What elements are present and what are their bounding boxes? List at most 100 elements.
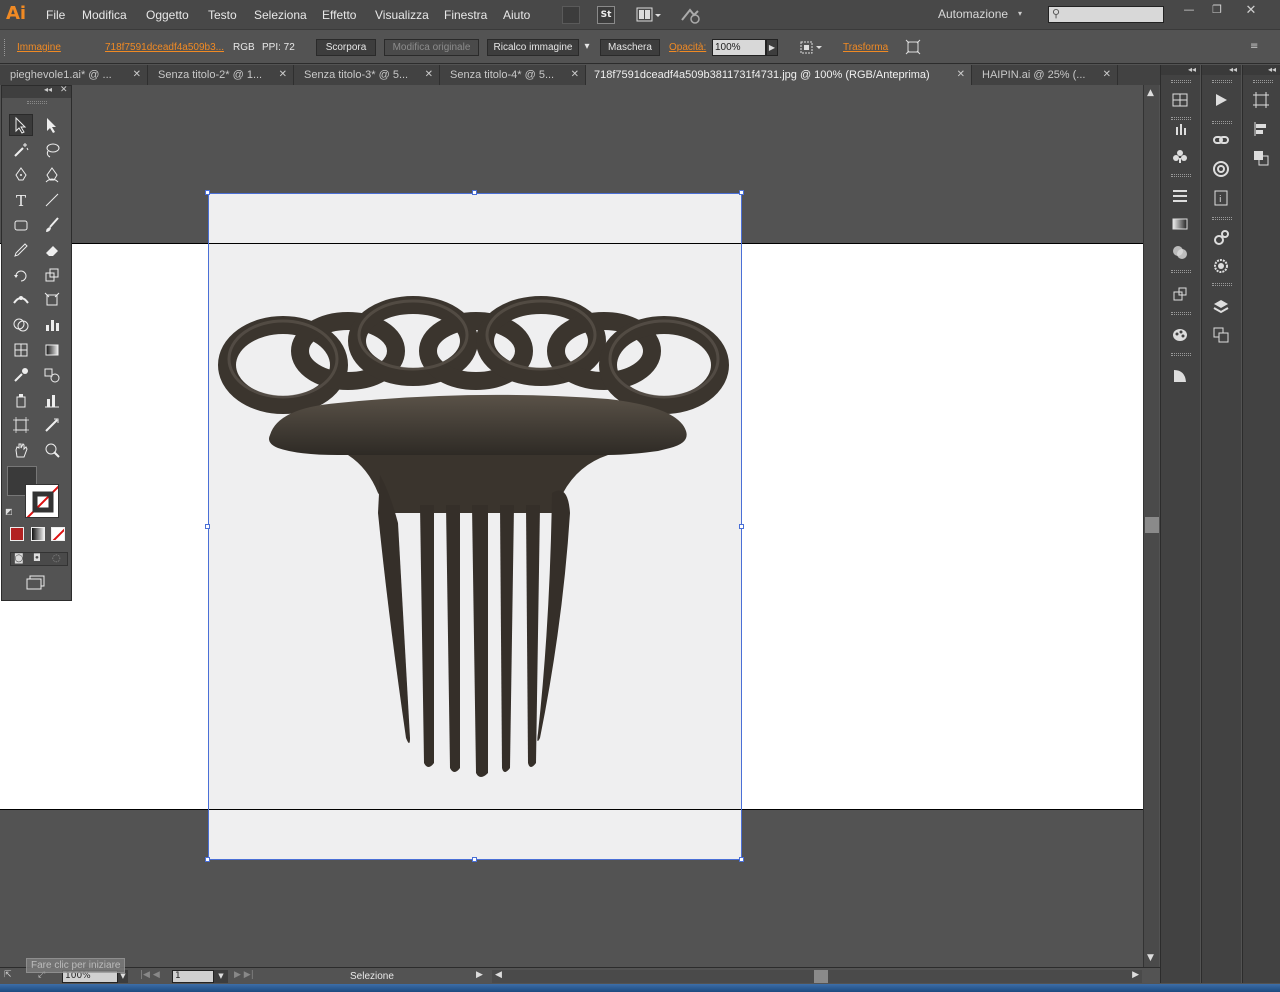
menu-visualizza[interactable]: Visualizza (375, 8, 429, 22)
close-tab-icon[interactable]: ✕ (571, 65, 579, 85)
artboard-tool-icon[interactable] (9, 414, 33, 436)
vertical-scrollbar[interactable]: ▲ ▼ (1143, 85, 1159, 967)
tab-pieghevole[interactable]: pieghevole1.ai* @ ... ✕ (0, 65, 148, 85)
panel-grip[interactable] (1253, 80, 1273, 83)
panel-grip[interactable] (27, 101, 47, 104)
artboards-icon[interactable] (1210, 324, 1232, 346)
tools-panel-header[interactable]: ◂◂ ✕ (2, 85, 71, 98)
scroll-down-icon[interactable]: ▼ (1147, 953, 1154, 963)
panel-grip[interactable] (1171, 270, 1191, 273)
curvature-tool-icon[interactable] (40, 164, 64, 186)
width-tool-icon[interactable] (9, 289, 33, 311)
opacity-arrow-icon[interactable]: ▶ (766, 39, 778, 56)
linked-file-name[interactable]: 718f7591dceadf4a509b3... (105, 42, 224, 53)
rotate-tool-icon[interactable] (9, 264, 33, 286)
transform-icon[interactable] (1169, 283, 1191, 305)
resize-handle-bl[interactable] (205, 857, 210, 862)
status-menu-arrow-icon[interactable]: ▶ (476, 970, 483, 980)
brushes-icon[interactable] (1169, 117, 1191, 139)
close-icon[interactable]: ✕ (60, 85, 68, 95)
resize-handle-br[interactable] (739, 857, 744, 862)
menu-modifica[interactable]: Modifica (82, 8, 127, 22)
color-mode-button[interactable] (10, 527, 24, 541)
gpu-performance-icon[interactable] (680, 6, 702, 24)
appearance-icon[interactable] (1169, 324, 1191, 346)
transform-panel-icon[interactable] (1250, 89, 1272, 111)
ricalco-immagine-button[interactable]: Ricalco immagine (487, 39, 579, 56)
resize-handle-r[interactable] (739, 524, 744, 529)
graphic-styles-icon[interactable] (1169, 365, 1191, 387)
close-tab-icon[interactable]: ✕ (957, 65, 965, 85)
slice-tool-icon[interactable] (40, 414, 64, 436)
scale-tool-icon[interactable] (40, 264, 64, 286)
stroke-swatch[interactable] (25, 484, 59, 518)
magic-wand-tool-icon[interactable] (9, 139, 33, 161)
document-info-icon[interactable]: i (1210, 187, 1232, 209)
isolate-icon[interactable] (905, 39, 921, 55)
horizontal-scrollbar[interactable]: ◀ ▶ (492, 970, 1142, 983)
resize-handle-l[interactable] (205, 524, 210, 529)
screen-mode-icon[interactable] (24, 574, 48, 592)
collapse-icon[interactable]: ◂◂ (1243, 65, 1280, 75)
control-bar-grip[interactable] (4, 39, 7, 56)
menu-seleziona[interactable]: Seleziona (254, 8, 307, 22)
stock-icon[interactable]: St (597, 6, 615, 24)
swatches-icon[interactable] (1169, 89, 1191, 111)
none-mode-button[interactable] (51, 527, 65, 541)
restore-icon[interactable]: ❐ (1204, 3, 1230, 17)
menu-oggetto[interactable]: Oggetto (146, 8, 189, 22)
collapse-icon[interactable]: ◂◂ (1202, 65, 1241, 75)
transparency-icon[interactable] (1169, 241, 1191, 263)
scorpora-button[interactable]: Scorpora (316, 39, 376, 56)
default-colors-icon[interactable]: ◩ (5, 507, 15, 517)
resize-handle-tr[interactable] (739, 190, 744, 195)
align-icon[interactable] (800, 40, 824, 56)
tab-senza-titolo-3[interactable]: Senza titolo-3* @ 5... ✕ (294, 65, 440, 85)
panel-grip[interactable] (1212, 283, 1232, 286)
fill-stroke-widget[interactable] (7, 466, 59, 518)
close-tab-icon[interactable]: ✕ (133, 65, 141, 85)
resize-handle-t[interactable] (472, 190, 477, 195)
chevron-down-icon[interactable]: ▾ (1018, 9, 1022, 18)
panel-grip[interactable] (1212, 80, 1232, 83)
lasso-tool-icon[interactable] (40, 139, 64, 161)
selection-tool-icon[interactable] (9, 114, 33, 136)
close-tab-icon[interactable]: ✕ (1103, 65, 1111, 85)
gradient-tool-icon[interactable] (40, 339, 64, 361)
maschera-button[interactable]: Maschera (600, 39, 660, 56)
search-input[interactable]: ⚲ (1048, 6, 1164, 23)
draw-inside-icon[interactable]: ◌ (52, 553, 61, 564)
menu-file[interactable]: File (46, 8, 65, 22)
selection-bounding-box[interactable] (208, 193, 742, 860)
draw-normal-icon[interactable]: ◙ (14, 553, 24, 564)
object-type-label[interactable]: Immagine (17, 42, 61, 53)
graph-tool-icon[interactable] (40, 314, 64, 336)
draw-modes[interactable]: ◙ ◘ ◌ (10, 552, 68, 566)
menu-effetto[interactable]: Effetto (322, 8, 356, 22)
minimize-icon[interactable]: — (1176, 3, 1202, 17)
panel-grip[interactable] (1171, 174, 1191, 177)
scroll-thumb[interactable] (1145, 517, 1159, 533)
scroll-right-icon[interactable]: ▶ (1132, 970, 1139, 980)
mesh-tool-icon[interactable] (9, 339, 33, 361)
trasforma-link[interactable]: Trasforma (843, 42, 888, 53)
symbol-sprayer-tool-icon[interactable] (9, 389, 33, 411)
panel-grip[interactable] (1212, 121, 1232, 124)
asset-export-icon[interactable] (1210, 227, 1232, 249)
align-panel-icon[interactable] (1250, 118, 1272, 140)
collapse-icon[interactable]: ◂◂ (1161, 65, 1200, 75)
tab-haipin[interactable]: HAIPIN.ai @ 25% (... ✕ (972, 65, 1118, 85)
last-artboard-icon[interactable]: ▶ ▶| (234, 970, 254, 980)
eyedropper-tool-icon[interactable] (9, 364, 33, 386)
color-guide-icon[interactable] (1210, 255, 1232, 277)
zoom-tool-icon[interactable] (40, 439, 64, 461)
pencil-tool-icon[interactable] (9, 239, 33, 261)
bridge-icon[interactable] (562, 6, 580, 24)
stroke-icon[interactable] (1169, 185, 1191, 207)
scroll-thumb[interactable] (814, 970, 828, 983)
links-icon[interactable] (1210, 129, 1232, 151)
panel-grip[interactable] (1171, 353, 1191, 356)
draw-behind-icon[interactable]: ◘ (33, 553, 41, 564)
ricalco-options-chevron-icon[interactable]: ▾ (580, 39, 594, 56)
rectangle-tool-icon[interactable] (9, 214, 33, 236)
